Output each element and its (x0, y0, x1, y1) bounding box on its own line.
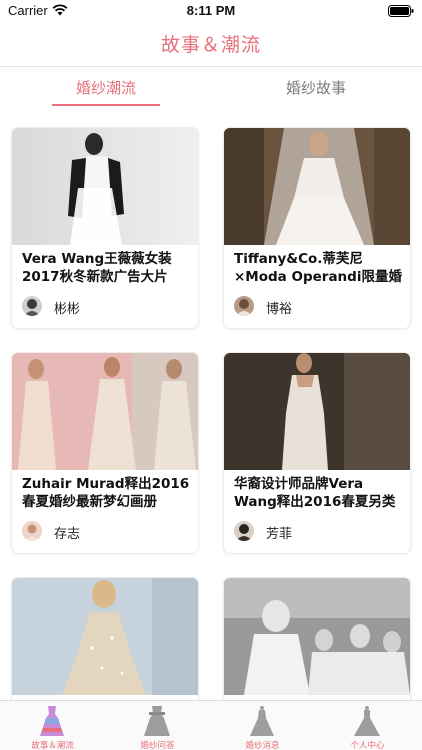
card-title: Zuhair Murad释出2016春夏婚纱最新梦幻画册 (22, 476, 190, 510)
tab-wedding-stories[interactable]: 婚纱故事 (266, 77, 366, 98)
status-time: 8:11 PM (186, 3, 236, 18)
avatar (22, 296, 42, 316)
avatar (234, 296, 254, 316)
article-card[interactable]: 华裔设计师品牌Vera Wang释出2016春夏另类婚 芳菲 (224, 353, 410, 553)
lace-gowns-pink-photo (12, 353, 198, 470)
card-title: 华裔设计师品牌Vera Wang释出2016春夏另类婚 (234, 476, 396, 510)
tab-wedding-trends[interactable]: 婚纱潮流 (56, 77, 156, 98)
tabbar-item-label: 故事＆潮流 (31, 741, 74, 750)
tabbar-item-label: 个人中心 (350, 741, 385, 750)
battery-icon (388, 5, 414, 17)
card-title: Vera Wang王薇薇女装2017秋冬新款广告大片 (22, 251, 172, 285)
tabbar-item-label: 婚纱问答 (140, 741, 175, 750)
tabbar-item-news[interactable]: 婚纱消息 (210, 701, 315, 750)
article-card[interactable]: Zuhair Murad释出2016春夏婚纱最新梦幻画册 存志 (12, 353, 198, 553)
page-title: 故事＆潮流 (160, 34, 261, 56)
dress-icon (40, 706, 64, 736)
gown-icon (354, 706, 380, 736)
bridal-party-bw-photo (224, 578, 410, 695)
gown-icon (250, 706, 274, 736)
card-author: 彬彬 (54, 302, 81, 317)
ivory-slip-dress-photo (224, 353, 410, 470)
active-tab-indicator (52, 104, 160, 106)
tabbar-item-profile[interactable]: 个人中心 (315, 701, 420, 750)
card-author: 存志 (54, 527, 81, 542)
article-card[interactable]: Tiffany&Co.蒂芙尼×Moda Operandi限量婚纱系列 博裕 (224, 128, 410, 328)
tabbar-item-stories-trends[interactable]: 故事＆潮流 (0, 701, 105, 750)
dress-icon (144, 706, 170, 736)
bottom-tab-bar: 故事＆潮流 婚纱问答 婚纱消息 个人中心 (0, 700, 422, 750)
tabbar-item-label: 婚纱消息 (245, 741, 280, 750)
bride-veil-lace-photo (224, 128, 410, 245)
bride-black-sleeves-photo (12, 128, 198, 245)
avatar (22, 521, 42, 541)
avatar (234, 521, 254, 541)
card-author: 芳菲 (266, 527, 293, 542)
nav-divider (0, 66, 422, 67)
article-card[interactable]: Vera Wang王薇薇女装2017秋冬新款广告大片 彬彬 (12, 128, 198, 328)
sparkle-gown-photo (12, 578, 198, 695)
status-bar: Carrier 8:11 PM (0, 0, 422, 22)
tabbar-item-qa[interactable]: 婚纱问答 (105, 701, 210, 750)
card-title: Tiffany&Co.蒂芙尼×Moda Operandi限量婚纱系列 (234, 251, 402, 285)
card-author: 博裕 (266, 302, 293, 317)
